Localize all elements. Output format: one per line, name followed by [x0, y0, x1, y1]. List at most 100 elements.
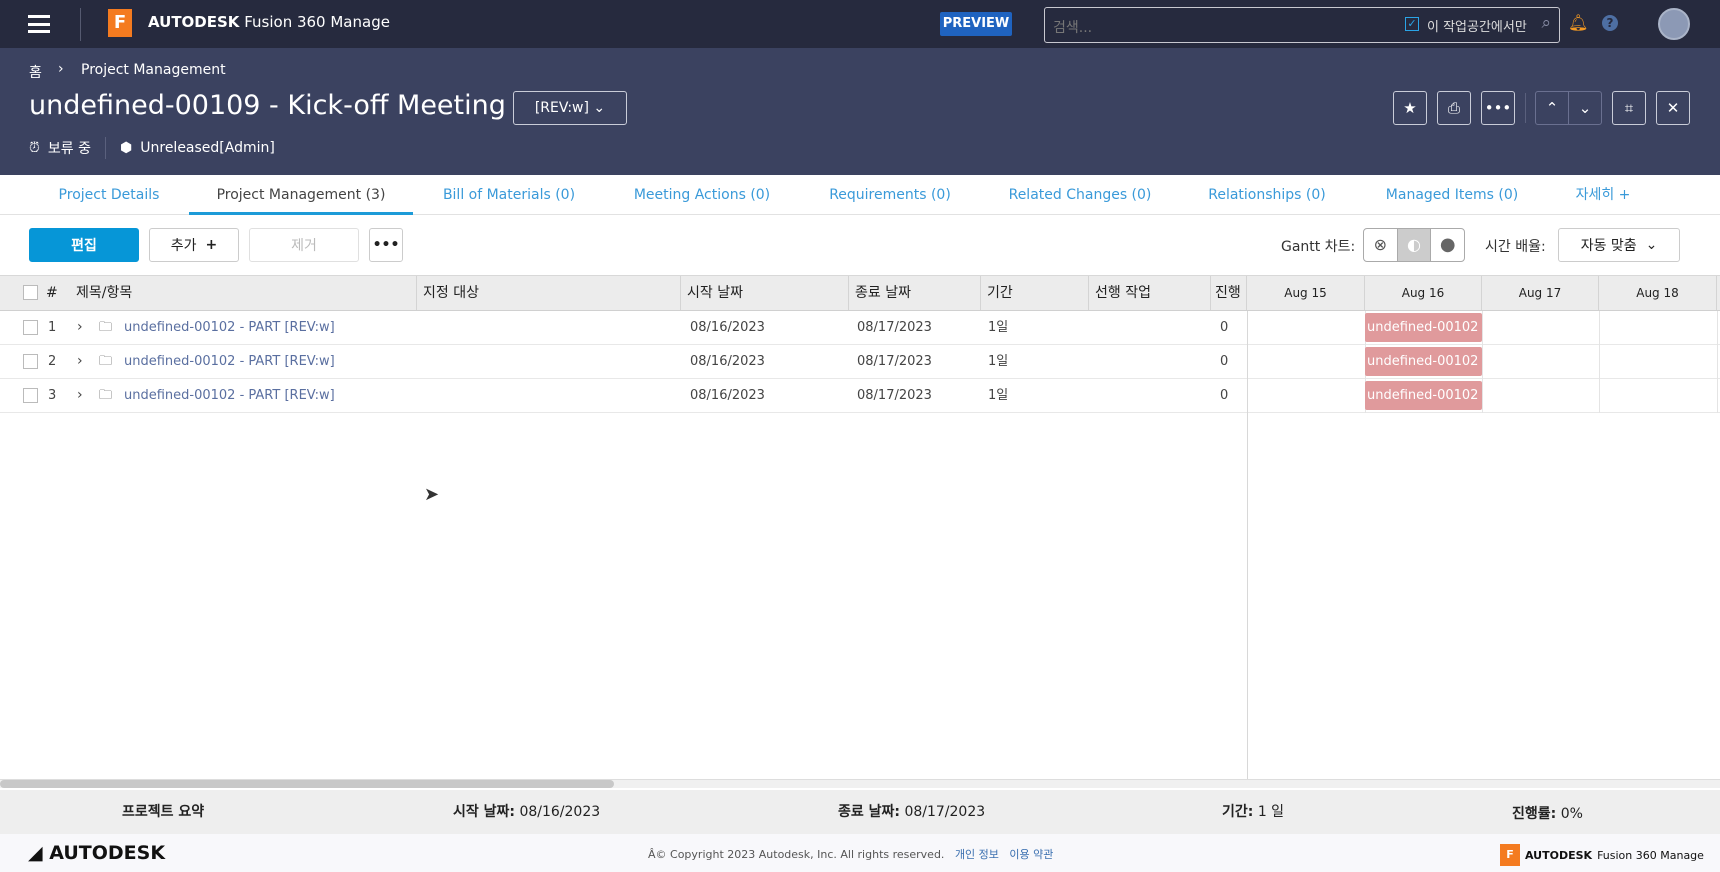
cube-icon: ⬢: [120, 140, 133, 156]
preview-badge: PREVIEW: [940, 12, 1012, 36]
search-box[interactable]: 검색... ✓ 이 작업공간에서만 ⌕: [1044, 7, 1560, 43]
row-checkbox[interactable]: [23, 388, 38, 403]
privacy-link[interactable]: 개인 정보: [955, 848, 999, 861]
workflow-status: 보류 중: [47, 141, 92, 157]
notification-bell-icon[interactable]: 🔔︎: [1568, 13, 1588, 32]
tab-project-management[interactable]: Project Management (3): [189, 175, 413, 215]
gantt-bar[interactable]: undefined-00102 - PART [REV:w]: [1365, 381, 1482, 410]
chevron-down-icon: ⌄: [593, 100, 606, 116]
lifecycle-status: Unreleased[Admin]: [140, 140, 275, 156]
table-row[interactable]: 2 › 🗀︎ undefined-00102 - PART [REV:w] 08…: [0, 345, 1720, 379]
autodesk-logo: ◢ AUTODESK: [28, 842, 166, 864]
item-link[interactable]: undefined-00102 - PART [REV:w]: [124, 379, 335, 412]
user-avatar[interactable]: [1658, 8, 1690, 40]
progress: 0: [1220, 320, 1229, 335]
end-date: 08/17/2023: [857, 320, 932, 335]
timescale-value: 자동 맞춤: [1580, 238, 1637, 254]
gantt-bar[interactable]: undefined-00102 - PART [REV:w]: [1365, 313, 1482, 342]
col-title[interactable]: 제목/항목: [70, 276, 417, 310]
workspace-only-checkbox[interactable]: ✓: [1405, 17, 1419, 31]
gantt-day-header: Aug 17: [1482, 276, 1599, 310]
summary-progress-label: 진행률:: [1512, 806, 1557, 822]
table-row[interactable]: 3 › 🗀︎ undefined-00102 - PART [REV:w] 08…: [0, 379, 1720, 413]
edit-button[interactable]: 편집: [29, 228, 139, 262]
start-date: 08/16/2023: [690, 388, 765, 403]
next-item-button[interactable]: ⌄: [1568, 91, 1602, 125]
table-row[interactable]: 1 › 🗀︎ undefined-00102 - PART [REV:w] 08…: [0, 311, 1720, 345]
page-title: undefined-00109 - Kick-off Meeting: [29, 90, 506, 121]
chevron-down-icon: ⌄: [1578, 99, 1592, 117]
breadcrumb-chevron-icon: ›: [58, 61, 64, 77]
tab-bill-of-materials[interactable]: Bill of Materials (0): [430, 175, 588, 215]
tab-meeting-actions[interactable]: Meeting Actions (0): [622, 175, 782, 215]
tab-related-changes[interactable]: Related Changes (0): [1000, 175, 1160, 215]
brand: AUTODESK: [148, 13, 240, 31]
summary-end-label: 종료 날짜:: [838, 804, 900, 820]
row-checkbox[interactable]: [23, 320, 38, 335]
terms-link[interactable]: 이용 약관: [1009, 848, 1053, 861]
add-button[interactable]: 추가 +: [149, 228, 239, 262]
col-start-date[interactable]: 시작 날짜: [681, 276, 849, 310]
timescale-label: 시간 배율:: [1485, 239, 1546, 255]
plus-icon: +: [205, 237, 218, 253]
fusion-logo-icon: F: [108, 9, 132, 37]
col-predecessor[interactable]: 선행 작업: [1089, 276, 1211, 310]
summary-title: 프로젝트 요약: [122, 804, 205, 820]
bookmark-button[interactable]: ★: [1393, 91, 1427, 125]
row-number: 1: [48, 320, 57, 335]
ellipsis-icon: •••: [372, 237, 400, 253]
gantt-label: Gantt 차트:: [1281, 239, 1356, 255]
help-icon[interactable]: ?: [1602, 15, 1618, 31]
gantt-bar[interactable]: undefined-00102 - PART [REV:w]: [1365, 347, 1482, 376]
search-icon[interactable]: ⌕: [1541, 13, 1551, 33]
remove-button[interactable]: 제거: [249, 228, 359, 262]
gantt-off-button[interactable]: ⊗: [1364, 229, 1397, 261]
scrollbar-thumb[interactable]: [0, 780, 614, 788]
end-date: 08/17/2023: [857, 354, 932, 369]
close-icon: ✕: [1666, 99, 1680, 117]
item-link[interactable]: undefined-00102 - PART [REV:w]: [124, 345, 335, 378]
horizontal-scrollbar[interactable]: [0, 779, 1720, 788]
tab-more[interactable]: 자세히 +: [1568, 175, 1638, 215]
tab-bar: Project Details Project Management (3) B…: [0, 175, 1720, 215]
more-actions-button[interactable]: •••: [1481, 91, 1515, 125]
tab-requirements[interactable]: Requirements (0): [818, 175, 962, 215]
search-input[interactable]: 검색...: [1053, 17, 1092, 37]
tab-project-details[interactable]: Project Details: [40, 175, 178, 215]
col-assignee[interactable]: 지정 대상: [417, 276, 681, 310]
item-link[interactable]: undefined-00102 - PART [REV:w]: [124, 311, 335, 344]
end-date: 08/17/2023: [857, 388, 932, 403]
collapse-icon: ⌗: [1624, 99, 1634, 117]
chevron-up-icon: ⌃: [1545, 99, 1559, 117]
expand-chevron-icon[interactable]: ›: [77, 379, 83, 412]
expand-chevron-icon[interactable]: ›: [77, 311, 83, 344]
previous-item-button[interactable]: ⌃: [1535, 91, 1569, 125]
row-checkbox[interactable]: [23, 354, 38, 369]
select-all-checkbox[interactable]: [23, 285, 38, 300]
timescale-dropdown[interactable]: 자동 맞춤 ⌄: [1558, 228, 1680, 262]
collapse-button[interactable]: ⌗: [1612, 91, 1646, 125]
start-date: 08/16/2023: [690, 354, 765, 369]
summary-start-label: 시작 날짜:: [453, 804, 515, 820]
gantt-mode-toggle: ⊗ ◐ ●: [1363, 228, 1465, 262]
more-button[interactable]: •••: [369, 228, 403, 262]
ellipsis-icon: •••: [1484, 99, 1512, 117]
close-button[interactable]: ✕: [1656, 91, 1690, 125]
tab-managed-items[interactable]: Managed Items (0): [1382, 175, 1522, 215]
tab-relationships[interactable]: Relationships (0): [1200, 175, 1334, 215]
revision-dropdown[interactable]: [REV:w] ⌄: [513, 91, 627, 125]
col-duration[interactable]: 기간: [981, 276, 1089, 310]
expand-chevron-icon[interactable]: ›: [77, 345, 83, 378]
progress: 0: [1220, 388, 1229, 403]
copyright: Â© Copyright 2023 Autodesk, Inc. All rig…: [648, 848, 945, 861]
gantt-split-button[interactable]: ◐: [1396, 229, 1432, 261]
col-end-date[interactable]: 종료 날짜: [849, 276, 981, 310]
print-button[interactable]: ⎙: [1437, 91, 1471, 125]
breadcrumb-home[interactable]: 홈: [29, 62, 42, 82]
col-progress[interactable]: 진행: [1211, 276, 1247, 310]
gantt-full-button[interactable]: ●: [1431, 229, 1464, 261]
breadcrumb-current[interactable]: Project Management: [81, 62, 226, 78]
row-number: 2: [48, 354, 57, 369]
menu-icon[interactable]: [28, 15, 50, 33]
gantt-day-header: Aug 15: [1247, 276, 1365, 310]
